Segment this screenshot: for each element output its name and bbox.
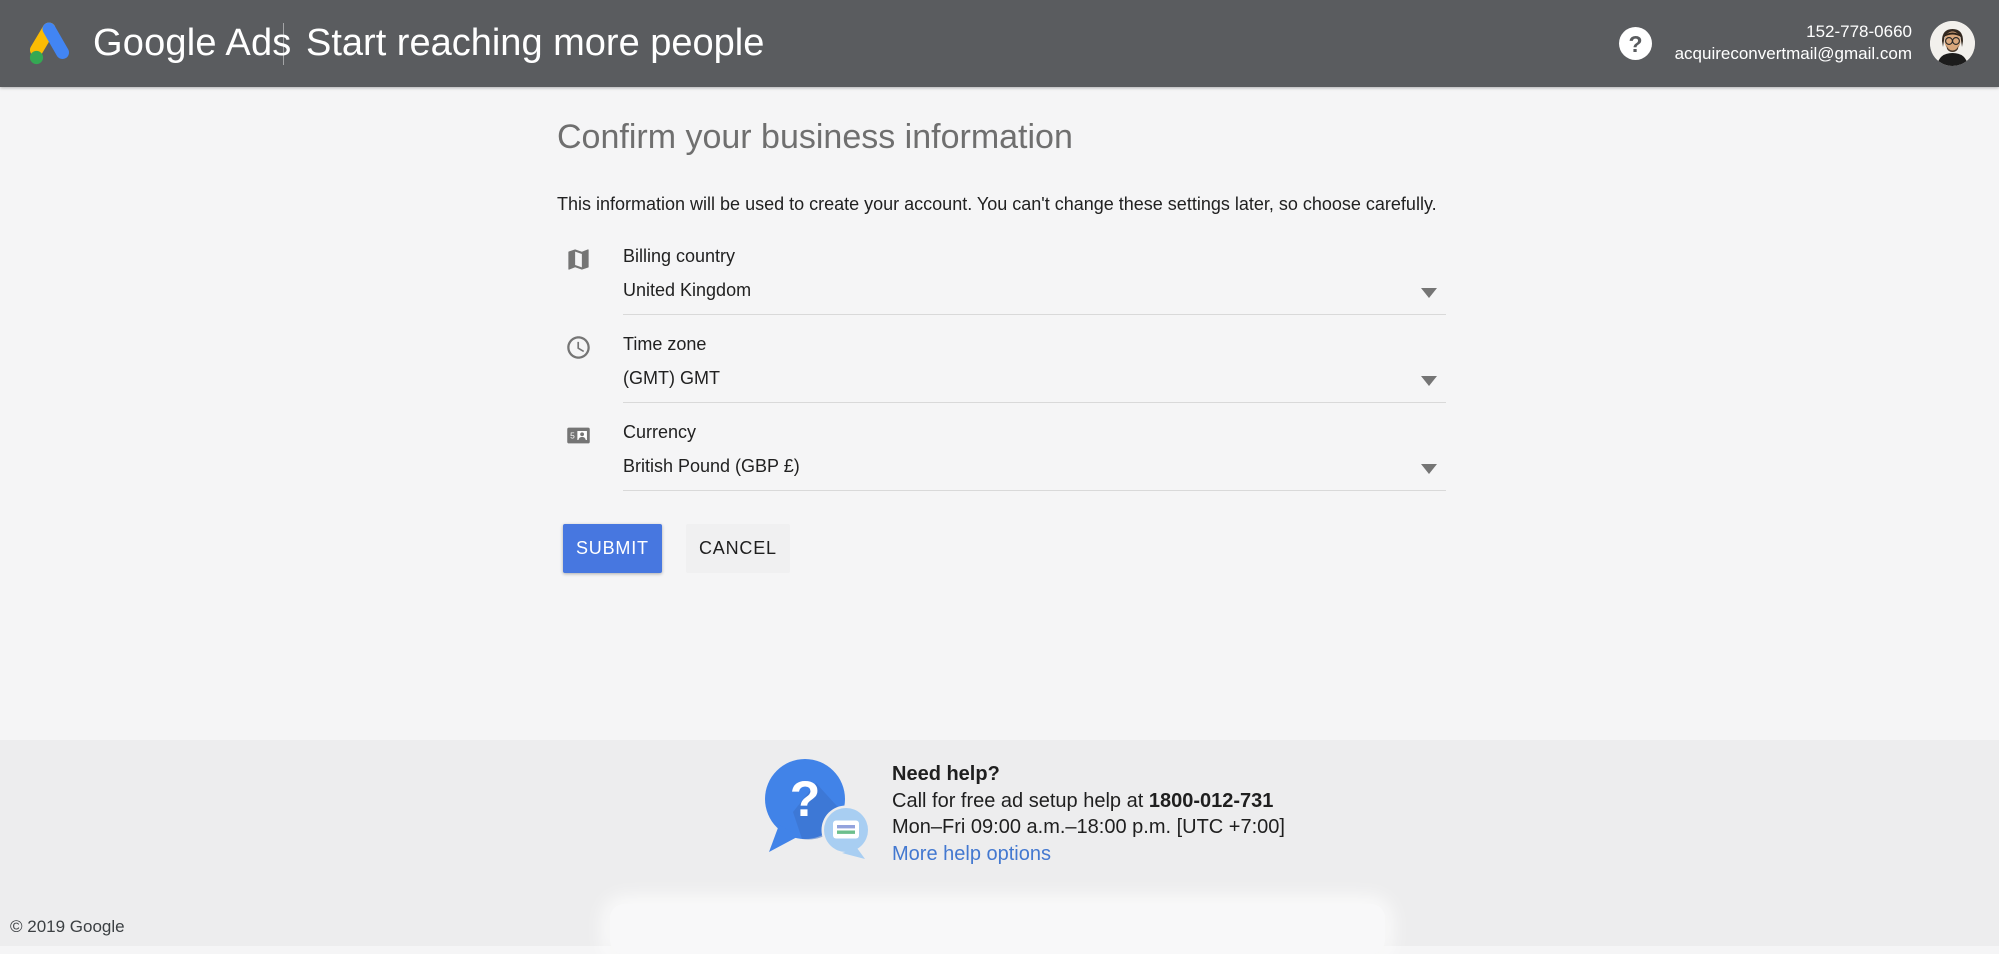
header-bar: Google Ads Start reaching more people ? … [0, 0, 1999, 87]
need-help-title: Need help? [892, 761, 1285, 788]
cancel-button[interactable]: CANCEL [686, 524, 790, 573]
more-help-options-link[interactable]: More help options [892, 841, 1285, 868]
footer: ? Need help? Call for free ad setup help… [0, 740, 1999, 946]
dropdown-arrow-icon[interactable] [1421, 288, 1437, 298]
banknote-icon: 5 [565, 422, 592, 449]
field-value[interactable]: (GMT) GMT [623, 368, 720, 389]
avatar-photo-icon [1930, 21, 1975, 66]
help-call-phone: 1800-012-731 [1149, 790, 1274, 812]
brand-text: Google Ads [93, 0, 291, 87]
account-phone: 152-778-0660 [1675, 21, 1912, 43]
field-underline [623, 402, 1446, 403]
field-label: Time zone [623, 334, 706, 355]
help-hours: Mon–Fri 09:00 a.m.–18:00 p.m. [UTC +7:00… [892, 814, 1285, 841]
clock-icon [565, 334, 592, 361]
help-icon[interactable]: ? [1619, 27, 1652, 60]
dropdown-arrow-icon[interactable] [1421, 376, 1437, 386]
help-call-line: Call for free ad setup help at 1800-012-… [892, 788, 1285, 815]
main-description: This information will be used to create … [557, 194, 1437, 215]
time-zone-select[interactable]: Time zone (GMT) GMT [557, 332, 1446, 406]
field-value[interactable]: United Kingdom [623, 280, 751, 301]
svg-text:?: ? [790, 771, 821, 827]
currency-select[interactable]: 5 Currency British Pound (GBP £) [557, 420, 1446, 494]
help-call-prefix: Call for free ad setup help at [892, 790, 1149, 812]
header-divider [283, 23, 284, 65]
google-ads-logo-icon [24, 19, 76, 66]
field-label: Billing country [623, 246, 735, 267]
field-underline [623, 314, 1446, 315]
field-label: Currency [623, 422, 696, 443]
billing-country-select[interactable]: Billing country United Kingdom [557, 244, 1446, 318]
copyright: © 2019 Google [10, 917, 125, 937]
dropdown-arrow-icon[interactable] [1421, 464, 1437, 474]
field-underline [623, 490, 1446, 491]
help-text-block: Need help? Call for free ad setup help a… [892, 761, 1285, 867]
page-title: Start reaching more people [306, 0, 764, 87]
help-bubbles-icon: ? [753, 757, 873, 859]
account-info: 152-778-0660 acquireconvertmail@gmail.co… [1675, 21, 1912, 65]
map-icon [565, 246, 592, 273]
avatar[interactable] [1930, 21, 1975, 66]
main-heading: Confirm your business information [557, 118, 1073, 157]
bottom-card [610, 904, 1385, 954]
field-value[interactable]: British Pound (GBP £) [623, 456, 800, 477]
svg-text:5: 5 [570, 431, 575, 441]
submit-button[interactable]: SUBMIT [563, 524, 662, 573]
account-email: acquireconvertmail@gmail.com [1675, 43, 1912, 65]
